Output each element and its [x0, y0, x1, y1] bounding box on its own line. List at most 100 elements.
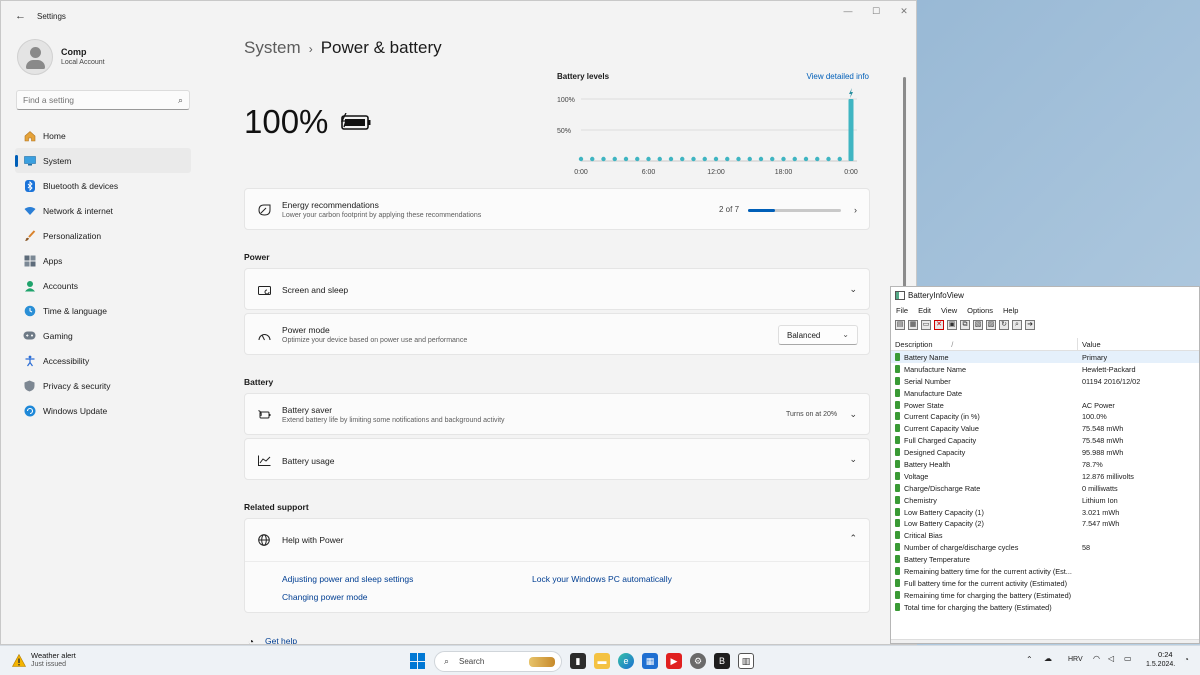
settings-gear-icon[interactable]: ⚙	[690, 653, 706, 669]
maximize-button[interactable]: ☐	[867, 6, 885, 17]
get-help-link[interactable]: Get help	[265, 636, 297, 644]
wifi-icon[interactable]: ◠	[1093, 654, 1100, 663]
menu-options[interactable]: Options	[967, 306, 993, 315]
energy-recommendations-card[interactable]: Energy recommendations Lower your carbon…	[244, 188, 870, 230]
battery-info-icon[interactable]: ▤	[895, 320, 905, 330]
link-changing-power-mode[interactable]: Changing power mode	[282, 592, 368, 602]
sidebar-item-accessibility[interactable]: Accessibility	[15, 348, 191, 373]
find-icon[interactable]: ⌕	[1012, 320, 1022, 330]
sidebar-item-privacy[interactable]: Privacy & security	[15, 373, 191, 398]
clock-time[interactable]: 0:24	[1158, 650, 1173, 659]
exit-icon[interactable]: ➜	[1025, 320, 1035, 330]
sidebar-item-windows-update[interactable]: Windows Update	[15, 398, 191, 423]
settings-search[interactable]: ⌕	[16, 90, 190, 110]
row-value: 75.548 mWh	[1082, 424, 1124, 434]
table-row[interactable]: Battery Name Primary	[891, 351, 1199, 363]
copy-icon[interactable]: ⧉	[960, 320, 970, 330]
weather-alert-icon[interactable]	[12, 654, 26, 667]
refresh-icon[interactable]: ↻	[999, 320, 1009, 330]
sidebar-item-time-language[interactable]: Time & language	[15, 298, 191, 323]
table-row[interactable]: Critical Bias	[891, 529, 1199, 541]
power-mode-dropdown[interactable]: Balanced ⌄	[778, 325, 858, 345]
volume-icon[interactable]: ◁	[1108, 654, 1114, 663]
row-description: Number of charge/discharge cycles	[904, 543, 1019, 553]
battery-row-icon	[895, 531, 900, 540]
link-adjusting-power-sleep[interactable]: Adjusting power and sleep settings	[282, 574, 413, 584]
table-row[interactable]: Power State AC Power	[891, 399, 1199, 411]
sidebar-item-network[interactable]: Network & internet	[15, 198, 191, 223]
table-row[interactable]: Total time for charging the battery (Est…	[891, 601, 1199, 613]
table-row[interactable]: Full Charged Capacity 75.548 mWh	[891, 434, 1199, 446]
table-row[interactable]: Low Battery Capacity (1) 3.021 mWh	[891, 506, 1199, 518]
breadcrumb-parent[interactable]: System	[244, 38, 301, 57]
sidebar-item-system[interactable]: System	[15, 148, 191, 173]
help-with-power-title[interactable]: Help with Power	[282, 535, 343, 545]
edge-icon[interactable]: e	[618, 653, 634, 669]
battery-usage-card[interactable]: Battery usage ⌄	[244, 438, 870, 480]
column-description[interactable]: Description /	[895, 340, 953, 349]
taskbar-search[interactable]: ⌕ Search	[434, 650, 562, 672]
sidebar-item-gaming[interactable]: Gaming	[15, 323, 191, 348]
table-row[interactable]: Manufacture Name Hewlett-Packard	[891, 363, 1199, 375]
column-separator[interactable]	[1077, 338, 1078, 350]
cloud-sync-icon[interactable]: ☁	[1044, 654, 1052, 663]
start-button[interactable]	[410, 653, 426, 669]
table-row[interactable]: Battery Temperature	[891, 553, 1199, 565]
link-lock-pc-automatically[interactable]: Lock your Windows PC automatically	[532, 574, 672, 584]
table-row[interactable]: Manufacture Date	[891, 387, 1199, 399]
close-button[interactable]: ✕	[895, 6, 913, 17]
table-row[interactable]: Serial Number 01194 2016/12/02	[891, 375, 1199, 387]
battery-row-icon	[895, 364, 900, 373]
weather-title[interactable]: Weather alert	[31, 651, 76, 660]
sidebar-item-accounts[interactable]: Accounts	[15, 273, 191, 298]
table-row[interactable]: Remaining battery time for the current a…	[891, 565, 1199, 577]
clock-date[interactable]: 1.5.2024.	[1146, 661, 1175, 668]
chevron-up-icon[interactable]: ⌃	[849, 533, 857, 544]
minimize-button[interactable]: —	[839, 6, 857, 16]
window-icon[interactable]: ▭	[921, 320, 931, 330]
file-explorer-icon[interactable]: ▬	[594, 653, 610, 669]
menu-view[interactable]: View	[941, 306, 957, 315]
battery-row-icon	[895, 590, 900, 599]
battery-saver-card[interactable]: Battery saver Extend battery life by lim…	[244, 393, 870, 435]
menu-edit[interactable]: Edit	[918, 306, 931, 315]
battery-log-icon[interactable]: ▦	[908, 320, 918, 330]
notification-bell-icon[interactable]: ◔	[1184, 655, 1189, 664]
biv-column-header: Description / Value	[891, 338, 1199, 351]
table-row[interactable]: Low Battery Capacity (2) 7.547 mWh	[891, 517, 1199, 529]
table-row[interactable]: Designed Capacity 95.988 mWh	[891, 446, 1199, 458]
sidebar-item-bluetooth[interactable]: Bluetooth & devices	[15, 173, 191, 198]
back-arrow-icon[interactable]: ←	[15, 10, 26, 22]
table-row[interactable]: Full battery time for the current activi…	[891, 577, 1199, 589]
table-row[interactable]: Remaining time for charging the battery …	[891, 589, 1199, 601]
search-input[interactable]	[17, 91, 157, 109]
html-report-icon[interactable]: ▧	[973, 320, 983, 330]
sidebar-item-home[interactable]: Home	[15, 123, 191, 148]
table-row[interactable]: Current Capacity (in %) 100.0%	[891, 410, 1199, 422]
battery-icon[interactable]: ▭	[1124, 654, 1132, 663]
save-icon[interactable]: ▣	[947, 320, 957, 330]
store-icon[interactable]: ▦	[642, 653, 658, 669]
table-row[interactable]: Number of charge/discharge cycles 58	[891, 541, 1199, 553]
table-row[interactable]: Chemistry Lithium Ion	[891, 494, 1199, 506]
menu-help[interactable]: Help	[1003, 306, 1018, 315]
battery-level-point	[601, 156, 606, 162]
sidebar-item-personalization[interactable]: Personalization	[15, 223, 191, 248]
menu-file[interactable]: File	[896, 306, 908, 315]
batteryinfoview-taskbar-icon[interactable]: ▥	[738, 653, 754, 669]
table-row[interactable]: Charge/Discharge Rate 0 milliwatts	[891, 482, 1199, 494]
sidebar-item-apps[interactable]: Apps	[15, 248, 191, 273]
screen-and-sleep-card[interactable]: Screen and sleep ⌄	[244, 268, 870, 310]
column-value[interactable]: Value	[1082, 340, 1101, 349]
tool-app-icon[interactable]: B	[714, 653, 730, 669]
table-row[interactable]: Voltage 12.876 millivolts	[891, 470, 1199, 482]
youtube-icon[interactable]: ▶	[666, 653, 682, 669]
delete-icon[interactable]: ✕	[934, 320, 944, 330]
task-view-icon[interactable]: ▮	[570, 653, 586, 669]
table-row[interactable]: Current Capacity Value 75.548 mWh	[891, 422, 1199, 434]
table-row[interactable]: Battery Health 78.7%	[891, 458, 1199, 470]
language-indicator[interactable]: HRV	[1068, 656, 1083, 663]
chevron-up-icon[interactable]: ⌃	[1026, 655, 1033, 664]
profile[interactable]: Comp Local Account	[17, 39, 105, 75]
properties-icon[interactable]: ▨	[986, 320, 996, 330]
